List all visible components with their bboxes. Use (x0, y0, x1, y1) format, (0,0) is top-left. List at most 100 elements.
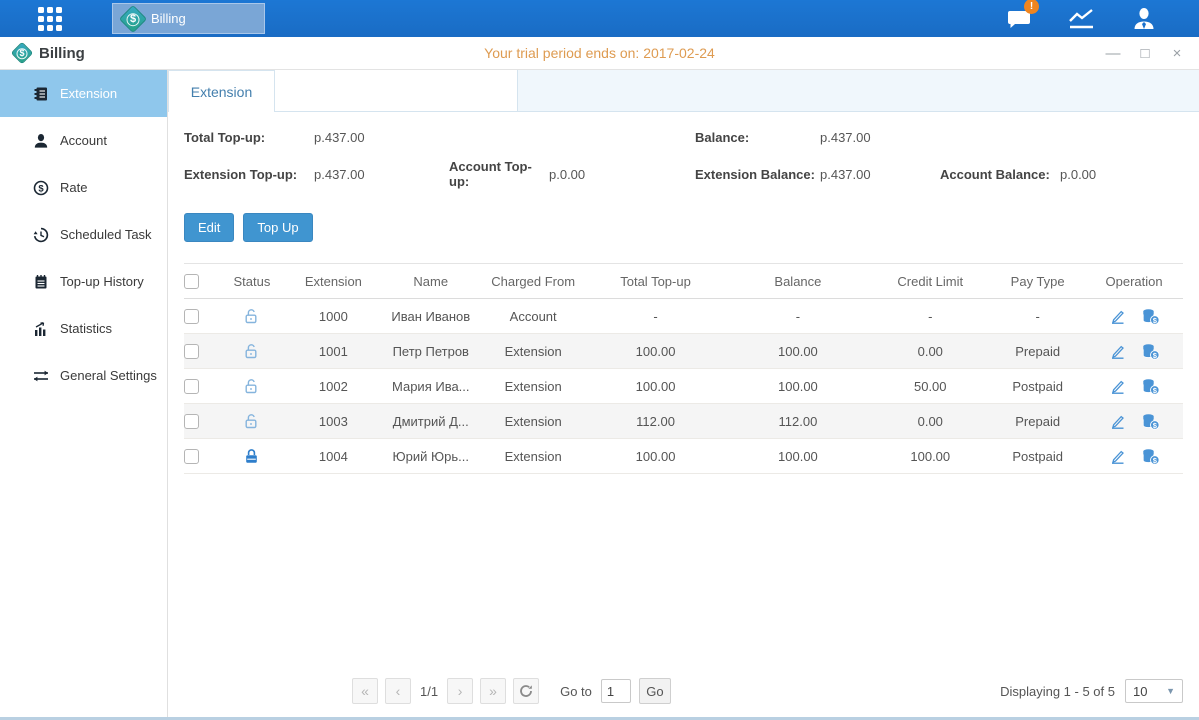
cell-total-topup: 100.00 (586, 379, 726, 394)
maximize-button[interactable]: □ (1137, 46, 1153, 61)
cell-total-topup: 100.00 (586, 449, 726, 464)
top-up-row-icon[interactable]: $ (1141, 448, 1160, 465)
first-page-button[interactable]: « (352, 678, 378, 704)
minimize-button[interactable]: — (1105, 46, 1121, 61)
edit-row-icon[interactable] (1109, 448, 1126, 465)
row-checkbox[interactable] (184, 449, 199, 464)
page-size-value: 10 (1133, 684, 1147, 699)
sidebar: Extension Account $ Rate Scheduled Task (0, 70, 168, 717)
table-row: 1004 Юрий Юрь... Extension 100.00 100.00… (184, 439, 1183, 474)
sidebar-item-statistics[interactable]: Statistics (0, 305, 167, 352)
close-button[interactable]: × (1169, 46, 1185, 61)
edit-row-icon[interactable] (1109, 343, 1126, 360)
cell-pay-type: Postpaid (990, 379, 1085, 394)
col-balance: Balance (725, 274, 870, 289)
sidebar-item-account[interactable]: Account (0, 117, 167, 164)
refresh-button[interactable] (513, 678, 539, 704)
account-topup-label: Account Top-up: (449, 159, 549, 189)
last-page-button[interactable]: » (480, 678, 506, 704)
cell-pay-type: Prepaid (990, 414, 1085, 429)
top-bar: $ Billing ! (0, 0, 1199, 37)
statistics-chart-icon[interactable] (1065, 6, 1099, 32)
cell-extension: 1002 (286, 379, 381, 394)
lock-open-icon (218, 308, 286, 325)
cell-credit-limit: - (870, 309, 990, 324)
go-button[interactable]: Go (639, 678, 671, 704)
top-up-row-icon[interactable]: $ (1141, 413, 1160, 430)
col-pay-type: Pay Type (990, 274, 1085, 289)
refresh-icon (519, 684, 533, 698)
next-page-button[interactable]: › (447, 678, 473, 704)
cell-balance: 112.00 (725, 414, 870, 429)
table-row: 1001 Петр Петров Extension 100.00 100.00… (184, 334, 1183, 369)
col-total-topup: Total Top-up (586, 274, 726, 289)
sidebar-item-general-settings[interactable]: General Settings (0, 352, 167, 399)
table-header-row: Status Extension Name Charged From Total… (184, 263, 1183, 299)
tab-extension[interactable]: Extension (168, 70, 275, 112)
row-checkbox[interactable] (184, 379, 199, 394)
top-up-button[interactable]: Top Up (243, 213, 312, 242)
top-up-row-icon[interactable]: $ (1141, 378, 1160, 395)
row-checkbox[interactable] (184, 414, 199, 429)
account-topup-value: p.0.00 (549, 167, 695, 182)
sidebar-item-label: Top-up History (60, 274, 144, 289)
topbar-tab-label: Billing (151, 11, 186, 26)
lock-closed-icon (218, 448, 286, 465)
edit-row-icon[interactable] (1109, 413, 1126, 430)
sidebar-item-label: Rate (60, 180, 87, 195)
select-all-checkbox[interactable] (184, 274, 199, 289)
cell-total-topup: - (586, 309, 726, 324)
total-topup-label: Total Top-up: (184, 130, 314, 145)
table-row: 1003 Дмитрий Д... Extension 112.00 112.0… (184, 404, 1183, 439)
top-up-row-icon[interactable]: $ (1141, 343, 1160, 360)
cell-charged-from: Extension (481, 379, 586, 394)
row-checkbox[interactable] (184, 309, 199, 324)
lock-open-icon (218, 378, 286, 395)
lock-open-icon (218, 343, 286, 360)
sidebar-item-scheduled-task[interactable]: Scheduled Task (0, 211, 167, 258)
goto-page-input[interactable] (601, 679, 631, 703)
sidebar-item-topup-history[interactable]: Top-up History (0, 258, 167, 305)
col-credit-limit: Credit Limit (870, 274, 990, 289)
cell-balance: 100.00 (725, 344, 870, 359)
edit-button[interactable]: Edit (184, 213, 234, 242)
col-operation: Operation (1085, 274, 1183, 289)
app-grid-icon[interactable] (38, 7, 62, 31)
messages-icon[interactable]: ! (1003, 6, 1037, 32)
extension-topup-value: p.437.00 (314, 167, 449, 182)
topbar-billing-tab[interactable]: $ Billing (112, 3, 265, 34)
cell-charged-from: Extension (481, 449, 586, 464)
trial-period-notice: Your trial period ends on: 2017-02-24 (0, 45, 1199, 61)
sidebar-item-extension[interactable]: Extension (0, 70, 167, 117)
billing-app-window: $ Billing ! (0, 0, 1199, 720)
cell-name: Петр Петров (381, 344, 481, 359)
prev-page-button[interactable]: ‹ (385, 678, 411, 704)
notebook-icon (33, 274, 49, 290)
cell-extension: 1003 (286, 414, 381, 429)
sliders-icon (33, 368, 49, 384)
edit-row-icon[interactable] (1109, 378, 1126, 395)
cell-credit-limit: 100.00 (870, 449, 990, 464)
main-content: Extension Total Top-up: p.437.00 Balance… (168, 70, 1199, 717)
cell-charged-from: Extension (481, 414, 586, 429)
cell-charged-from: Extension (481, 344, 586, 359)
top-up-row-icon[interactable]: $ (1141, 308, 1160, 325)
cell-total-topup: 112.00 (586, 414, 726, 429)
row-checkbox[interactable] (184, 344, 199, 359)
cell-pay-type: - (990, 309, 1085, 324)
cell-pay-type: Postpaid (990, 449, 1085, 464)
account-balance-label: Account Balance: (940, 167, 1060, 182)
extension-balance-label: Extension Balance: (695, 167, 820, 182)
bar-chart-icon (33, 321, 49, 337)
cell-balance: 100.00 (725, 449, 870, 464)
billing-dollar-icon: $ (119, 4, 147, 32)
page-size-select[interactable]: 10 ▼ (1125, 679, 1183, 703)
col-extension: Extension (286, 274, 381, 289)
sidebar-item-rate[interactable]: $ Rate (0, 164, 167, 211)
cell-extension: 1004 (286, 449, 381, 464)
billing-dollar-icon-small: $ (11, 42, 34, 65)
extension-book-icon (33, 86, 49, 102)
user-account-icon[interactable] (1127, 6, 1161, 32)
sidebar-item-label: General Settings (60, 368, 157, 383)
edit-row-icon[interactable] (1109, 308, 1126, 325)
